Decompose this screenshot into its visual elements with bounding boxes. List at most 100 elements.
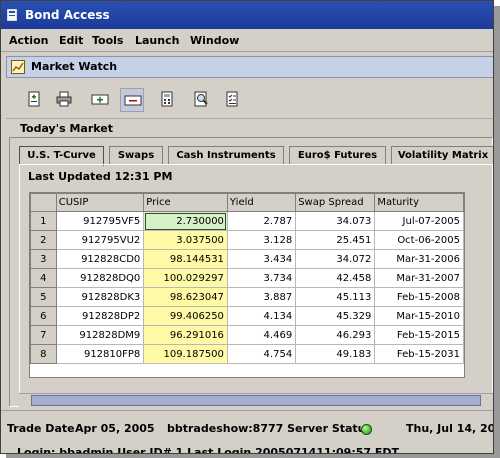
- tab-us-t-curve[interactable]: U.S. T-Curve: [19, 146, 104, 166]
- header-yield[interactable]: Yield: [226, 193, 297, 212]
- table-row[interactable]: 7 912828DM9 96.291016 4.469 46.293 Feb-1…: [30, 325, 464, 345]
- search-report-icon: [194, 91, 208, 107]
- maturity-cell[interactable]: Feb-15-2031: [374, 344, 464, 364]
- cusip-cell[interactable]: 912810FP8: [55, 344, 145, 364]
- server-status-text: bbtradeshow:8777 Server Status: [167, 422, 373, 435]
- yield-cell[interactable]: 3.128: [226, 230, 297, 250]
- price-cell[interactable]: 98.144531: [143, 249, 228, 269]
- tab-swaps[interactable]: Swaps: [109, 146, 163, 165]
- table-row[interactable]: 4 912828DQ0 100.029297 3.734 42.458 Mar-…: [30, 268, 464, 288]
- swap-spread-cell[interactable]: 34.072: [295, 249, 376, 269]
- yield-cell[interactable]: 4.134: [226, 306, 297, 326]
- table-row[interactable]: 5 912828DK3 98.623047 3.887 45.113 Feb-1…: [30, 287, 464, 307]
- calculator-button[interactable]: [156, 88, 180, 112]
- app-icon: [6, 8, 18, 22]
- search-report-button[interactable]: [190, 88, 214, 112]
- header-row-number: [30, 193, 57, 212]
- cusip-cell[interactable]: 912828CD0: [55, 249, 145, 269]
- market-watch-title-bar[interactable]: Market Watch: [6, 56, 493, 78]
- document-title: Market Watch: [31, 60, 118, 73]
- table-row[interactable]: 1 912795VF5 2.730000 2.787 34.073 Jul-07…: [30, 211, 464, 231]
- title-bar[interactable]: Bond Access: [1, 1, 493, 29]
- checklist-icon: [226, 91, 238, 107]
- menu-action[interactable]: Action: [9, 34, 48, 47]
- menu-action-label: Action: [9, 34, 49, 47]
- trade-date-label: Trade Date: [7, 422, 75, 435]
- remove-item-button[interactable]: [120, 88, 144, 112]
- row-number: 7: [30, 325, 57, 345]
- swap-spread-cell[interactable]: 25.451: [295, 230, 376, 250]
- yield-cell[interactable]: 3.887: [226, 287, 297, 307]
- header-swap-spread[interactable]: Swap Spread: [295, 193, 376, 212]
- maturity-cell[interactable]: Mar-31-2006: [374, 249, 464, 269]
- menu-edit-label: Edit: [59, 34, 84, 47]
- window-shadow-right: [494, 6, 500, 458]
- header-cusip[interactable]: CUSIP: [55, 193, 145, 212]
- maturity-cell[interactable]: Oct-06-2005: [374, 230, 464, 250]
- price-cell[interactable]: 3.037500: [143, 230, 228, 250]
- add-item-button[interactable]: [88, 88, 112, 112]
- swap-spread-cell[interactable]: 45.113: [295, 287, 376, 307]
- row-number: 5: [30, 287, 57, 307]
- horizontal-scrollbar[interactable]: [19, 393, 493, 407]
- scrollbar-thumb[interactable]: [31, 395, 481, 406]
- swap-spread-cell[interactable]: 45.329: [295, 306, 376, 326]
- menu-window[interactable]: Window: [190, 34, 239, 47]
- menu-edit[interactable]: Edit: [59, 34, 83, 47]
- swap-spread-cell[interactable]: 34.073: [295, 211, 376, 231]
- price-cell-selected[interactable]: 2.730000: [143, 211, 228, 231]
- trade-date-value: Apr 05, 2005: [75, 422, 155, 435]
- tab-volatility-matrix[interactable]: Volatility Matrix: [391, 146, 493, 165]
- yield-cell[interactable]: 3.434: [226, 249, 297, 269]
- table-row[interactable]: 2 912795VU2 3.037500 3.128 25.451 Oct-06…: [30, 230, 464, 250]
- price-cell[interactable]: 99.406250: [143, 306, 228, 326]
- cusip-cell[interactable]: 912828DP2: [55, 306, 145, 326]
- tab-euro-futures[interactable]: Euro$ Futures: [289, 146, 386, 165]
- cusip-cell[interactable]: 912795VF5: [55, 211, 145, 231]
- row-number: 6: [30, 306, 57, 326]
- price-cell[interactable]: 109.187500: [143, 344, 228, 364]
- swap-spread-cell[interactable]: 46.293: [295, 325, 376, 345]
- price-cell[interactable]: 100.029297: [143, 268, 228, 288]
- header-price[interactable]: Price: [143, 193, 228, 212]
- price-cell[interactable]: 96.291016: [143, 325, 228, 345]
- tab-cash-instruments-label: Cash Instruments: [176, 150, 276, 161]
- cusip-cell[interactable]: 912828DM9: [55, 325, 145, 345]
- price-cell[interactable]: 98.623047: [143, 287, 228, 307]
- yield-cell[interactable]: 4.754: [226, 344, 297, 364]
- tab-us-t-curve-label: U.S. T-Curve: [27, 150, 96, 161]
- yield-cell[interactable]: 3.734: [226, 268, 297, 288]
- print-button[interactable]: [53, 88, 77, 112]
- add-item-icon: [91, 94, 109, 105]
- maturity-cell[interactable]: Jul-07-2005: [374, 211, 464, 231]
- table-row[interactable]: 8 912810FP8 109.187500 4.754 49.183 Feb-…: [30, 344, 464, 364]
- menu-launch[interactable]: Launch: [135, 34, 179, 47]
- row-number: 1: [30, 211, 57, 231]
- cusip-cell[interactable]: 912828DQ0: [55, 268, 145, 288]
- swap-spread-cell[interactable]: 42.458: [295, 268, 376, 288]
- menu-bar: Action Edit Tools Launch Window: [1, 30, 493, 52]
- yield-cell[interactable]: 4.469: [226, 325, 297, 345]
- table-row[interactable]: 3 912828CD0 98.144531 3.434 34.072 Mar-3…: [30, 249, 464, 269]
- checklist-button[interactable]: [221, 88, 245, 112]
- swap-spread-cell[interactable]: 49.183: [295, 344, 376, 364]
- menu-tools[interactable]: Tools: [92, 34, 123, 47]
- window-title: Bond Access: [25, 8, 110, 22]
- row-number: 4: [30, 268, 57, 288]
- menu-tools-label: Tools: [92, 34, 124, 47]
- market-tabs: U.S. T-Curve Swaps Cash Instruments Euro…: [19, 146, 493, 166]
- maturity-cell[interactable]: Mar-15-2010: [374, 306, 464, 326]
- cusip-cell[interactable]: 912795VU2: [55, 230, 145, 250]
- menu-launch-label: Launch: [135, 34, 180, 47]
- maturity-cell[interactable]: Mar-31-2007: [374, 268, 464, 288]
- yield-cell[interactable]: 2.787: [226, 211, 297, 231]
- tab-cash-instruments[interactable]: Cash Instruments: [168, 146, 284, 165]
- header-maturity[interactable]: Maturity: [374, 193, 464, 212]
- table-header-row: CUSIP Price Yield Swap Spread Maturity: [30, 193, 464, 212]
- maturity-cell[interactable]: Feb-15-2008: [374, 287, 464, 307]
- maturity-cell[interactable]: Feb-15-2015: [374, 325, 464, 345]
- bond-grid[interactable]: CUSIP Price Yield Swap Spread Maturity 1…: [29, 192, 465, 378]
- add-doc-button[interactable]: [23, 88, 47, 112]
- cusip-cell[interactable]: 912828DK3: [55, 287, 145, 307]
- table-row[interactable]: 6 912828DP2 99.406250 4.134 45.329 Mar-1…: [30, 306, 464, 326]
